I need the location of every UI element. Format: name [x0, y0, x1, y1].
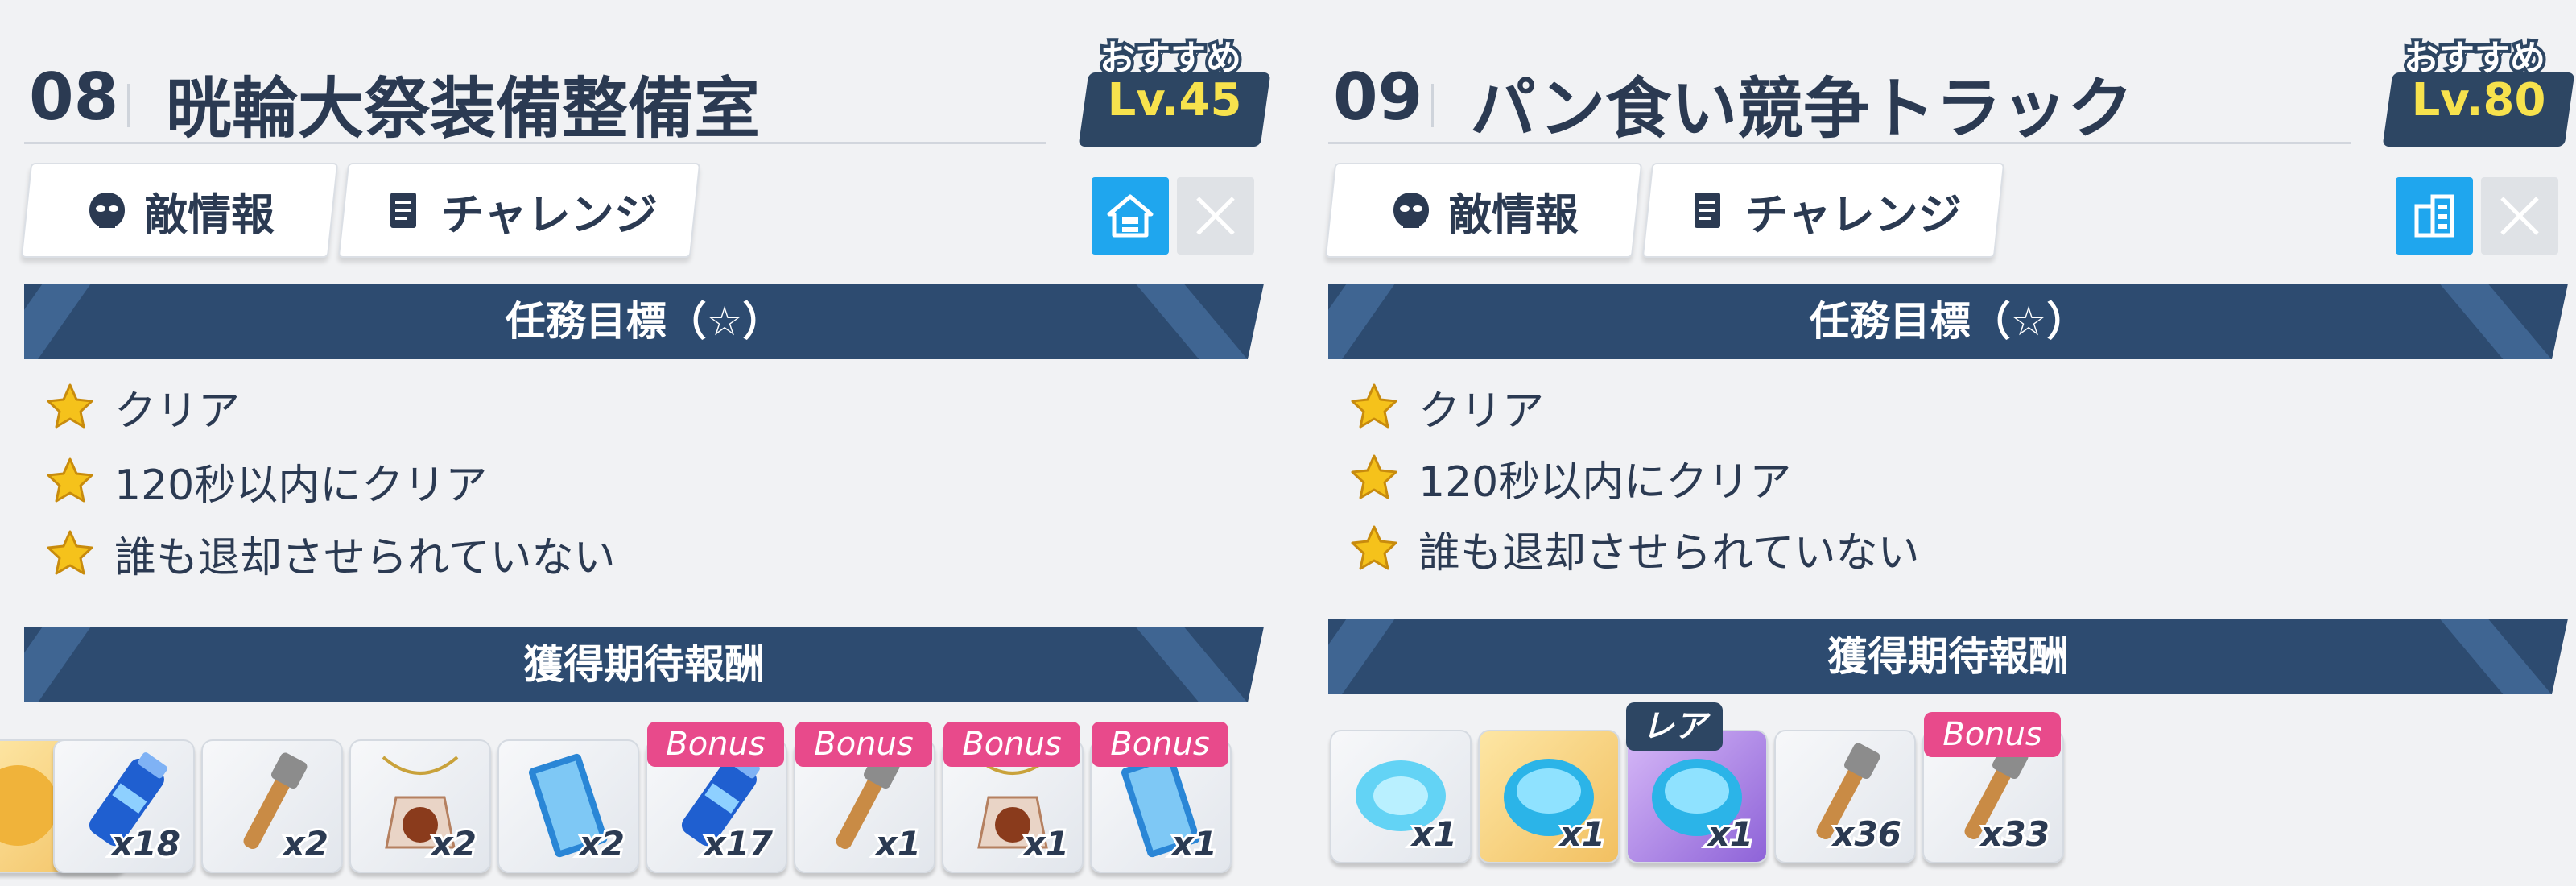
terrain-disabled-button[interactable]: [2481, 177, 2558, 255]
mission-text: 誰も退却させられていない: [114, 533, 616, 582]
reward-item[interactable]: x2: [497, 739, 639, 873]
star-icon: [1351, 454, 1397, 499]
document-icon: [381, 188, 426, 233]
tab-challenge[interactable]: チャレンジ: [1641, 163, 2005, 258]
mission-item: 120秒以内にクリア: [1349, 449, 1792, 507]
reward-count: x1: [1558, 812, 1608, 856]
tab-enemy-info[interactable]: 敵情報: [1324, 163, 1643, 258]
reward-count: x1: [873, 822, 923, 866]
mission-item: クリア: [1349, 379, 1545, 436]
reward-item[interactable]: レア x1: [1626, 702, 1768, 863]
mission-text: 120秒以内にクリア: [1418, 457, 1792, 507]
mission-item: 120秒以内にクリア: [45, 453, 488, 510]
recommended-level: Lv.80: [2411, 74, 2546, 126]
stage-header: 09 パン食い競争トラック: [1328, 32, 2351, 147]
reward-count: x33: [1978, 812, 2052, 856]
reward-count: x1: [1022, 822, 1071, 866]
header-divider: [1431, 84, 1434, 127]
recommended-label: おすすめ: [1096, 35, 1245, 82]
enemy-mask-icon: [1389, 188, 1434, 233]
stage-number: 08: [29, 60, 119, 135]
mission-text: クリア: [1418, 387, 1545, 436]
reward-item[interactable]: Bonus x17: [646, 722, 787, 873]
mission-header: 任務目標（☆）: [1809, 298, 2087, 345]
bonus-tag: Bonus: [1924, 712, 2061, 757]
header-divider: [127, 84, 130, 127]
stage-header: 08 晄輪大祭装備整備室: [24, 32, 1046, 147]
reward-header: 獲得期待報酬: [523, 641, 765, 688]
stage-title: 晄輪大祭装備整備室: [166, 71, 761, 147]
document-icon: [1685, 188, 1730, 233]
star-icon: [1351, 383, 1397, 429]
enemy-mask-icon: [85, 188, 130, 233]
recommended-level-badge: おすすめ Lv.80: [2375, 29, 2575, 150]
recommended-level-badge: おすすめ Lv.45: [1071, 29, 1271, 150]
mission-item: 誰も退却させられていない: [45, 525, 615, 582]
reward-item[interactable]: Bonus x1: [942, 722, 1084, 873]
reward-count: x1: [1170, 822, 1220, 866]
terrain-indoor-button[interactable]: [1092, 177, 1169, 255]
reward-item[interactable]: x2: [349, 739, 491, 873]
bonus-tag: Bonus: [943, 722, 1080, 767]
mission-item: クリア: [45, 379, 241, 436]
star-icon: [47, 530, 93, 575]
stage-panel-09: 09 パン食い競争トラック おすすめ Lv.80 敵情報 チャレンジ 任務目標（…: [1324, 0, 2576, 886]
star-icon: [1351, 525, 1397, 570]
bonus-tag: Bonus: [647, 722, 784, 767]
reward-item[interactable]: x1: [1478, 730, 1620, 863]
rare-tag: レア: [1626, 702, 1723, 751]
reward-item[interactable]: Bonus x1: [794, 722, 935, 873]
tab-enemy-info[interactable]: 敵情報: [20, 163, 339, 258]
star-icon: [47, 457, 93, 503]
mission-header: 任務目標（☆）: [505, 298, 783, 345]
terrain-building-button[interactable]: [2396, 177, 2473, 255]
reward-item[interactable]: x36: [1774, 730, 1916, 863]
reward-count: x2: [281, 822, 331, 866]
tab-label: 敵情報: [1448, 188, 1579, 240]
tab-label: チャレンジ: [440, 188, 658, 240]
mission-text: クリア: [114, 387, 241, 436]
stage-panel-08: 08 晄輪大祭装備整備室 おすすめ Lv.45 敵情報 チャレンジ 任務目標（☆…: [0, 0, 1288, 886]
reward-count: x1: [1410, 812, 1459, 856]
tab-label: チャレンジ: [1744, 188, 1962, 240]
header-underline: [1328, 142, 2351, 144]
mission-item: 誰も退却させられていない: [1349, 520, 1920, 578]
mission-header-banner: 任務目標（☆）: [24, 284, 1264, 359]
reward-count: x2: [577, 822, 627, 866]
reward-count: x2: [429, 822, 479, 866]
mission-header-banner: 任務目標（☆）: [1328, 284, 2568, 359]
star-icon: [47, 383, 93, 429]
reward-header-banner: 獲得期待報酬: [1328, 619, 2568, 694]
reward-header-banner: 獲得期待報酬: [24, 627, 1264, 702]
tab-challenge[interactable]: チャレンジ: [337, 163, 701, 258]
recommended-level: Lv.45: [1107, 74, 1242, 126]
bonus-tag: Bonus: [795, 722, 932, 767]
reward-count: x18: [109, 822, 183, 866]
terrain-disabled-button[interactable]: [1177, 177, 1254, 255]
reward-item[interactable]: x18: [53, 739, 195, 873]
recommended-label: おすすめ: [2401, 35, 2549, 82]
reward-header: 獲得期待報酬: [1827, 633, 2069, 680]
reward-count: x1: [1706, 812, 1756, 856]
mission-text: 誰も退却させられていない: [1418, 528, 1920, 578]
building-icon: [2414, 194, 2454, 238]
stage-title: パン食い競争トラック: [1470, 71, 2134, 147]
reward-count: x17: [701, 822, 775, 866]
header-underline: [24, 142, 1046, 144]
stage-number: 09: [1333, 60, 1423, 135]
house-icon: [1107, 194, 1154, 238]
reward-count: x36: [1830, 812, 1904, 856]
mission-text: 120秒以内にクリア: [114, 461, 488, 510]
reward-item[interactable]: x2: [201, 739, 343, 873]
close-icon: [1196, 197, 1235, 235]
reward-item[interactable]: Bonus x1: [1090, 722, 1232, 873]
close-icon: [2500, 197, 2539, 235]
reward-item[interactable]: Bonus x33: [1922, 712, 2064, 863]
tab-label: 敵情報: [144, 188, 275, 240]
reward-item[interactable]: x1: [1330, 730, 1472, 863]
bonus-tag: Bonus: [1092, 722, 1228, 767]
